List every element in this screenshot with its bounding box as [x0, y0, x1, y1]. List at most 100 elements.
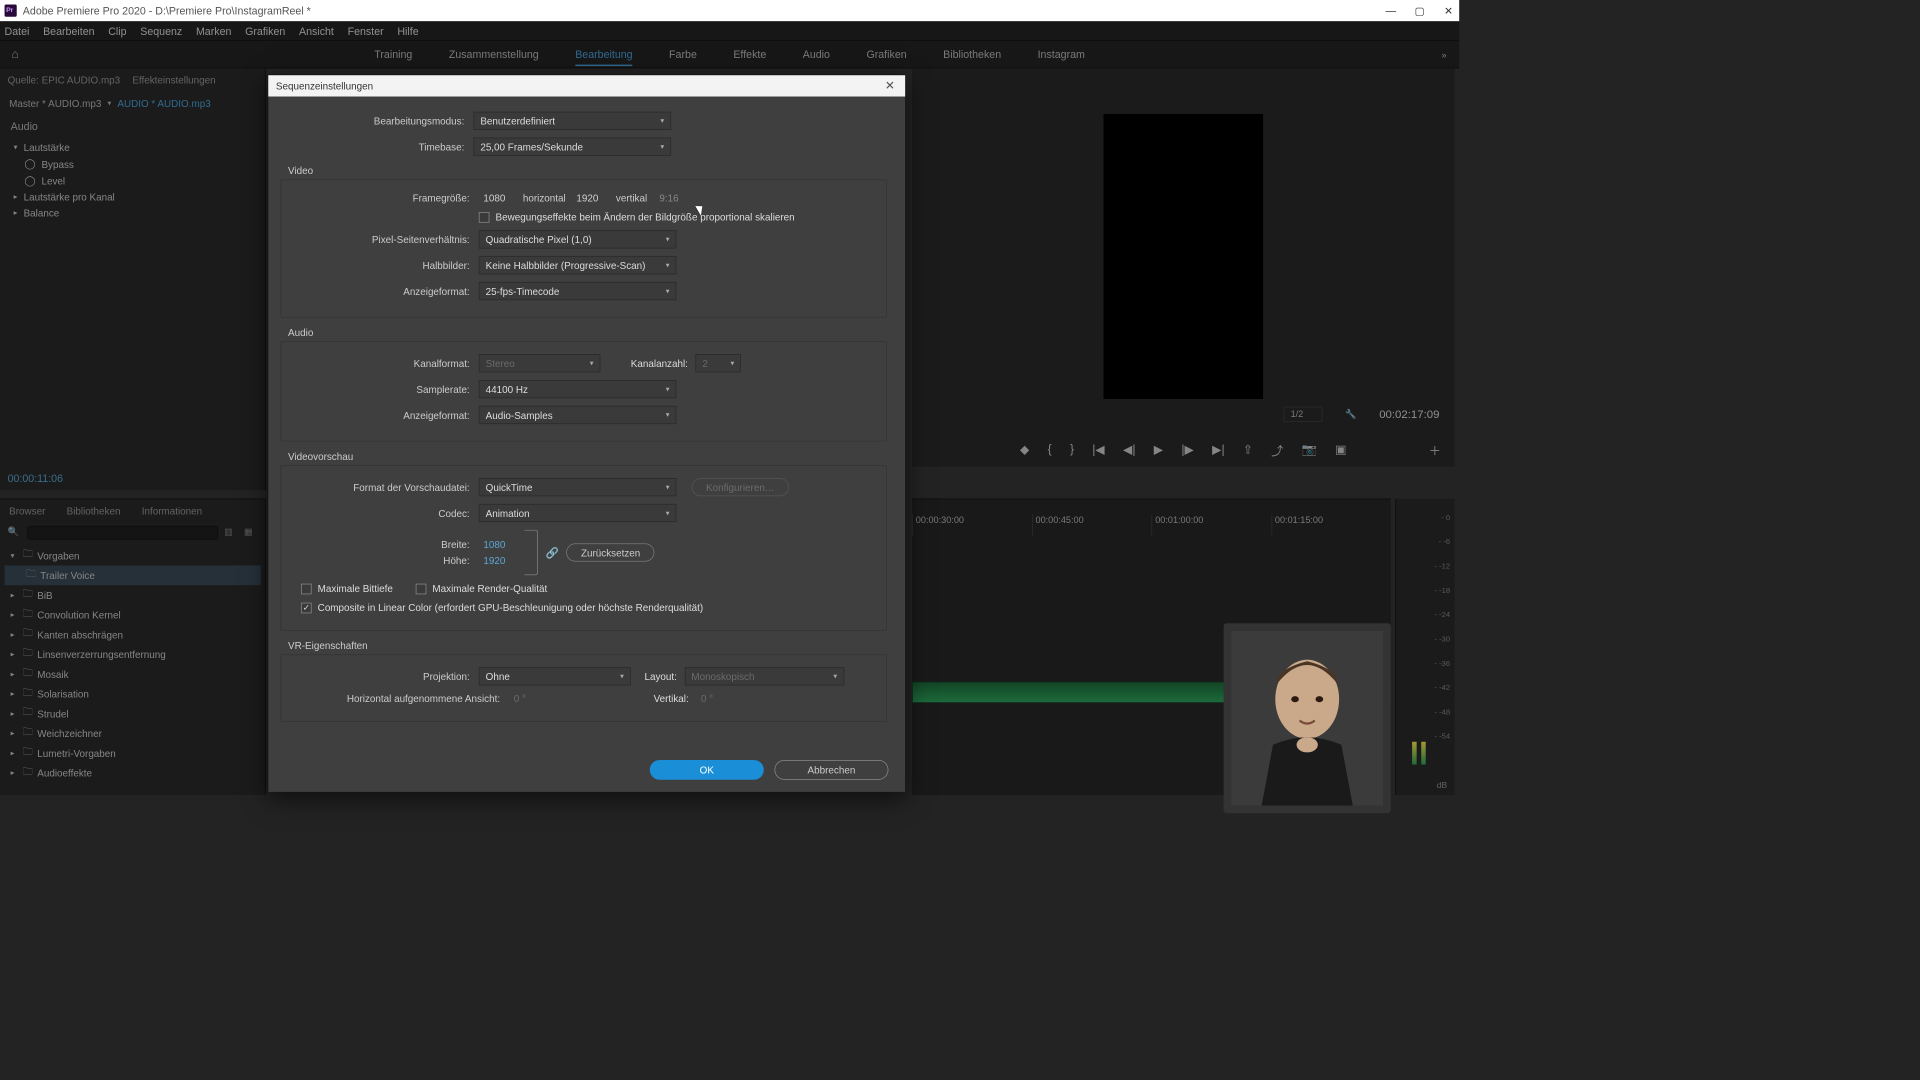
tree-blur[interactable]: ▸🗀Weichzeichner	[5, 724, 261, 744]
tab-libraries[interactable]: Bibliotheken	[67, 505, 121, 516]
go-in-icon[interactable]: |◀	[1092, 442, 1105, 457]
step-fwd-icon[interactable]: |▶	[1181, 442, 1194, 457]
vertical-label: vertikal	[616, 192, 647, 203]
audio-display-format-dropdown[interactable]: Audio-Samples▾	[479, 406, 677, 424]
tab-effect-settings[interactable]: Effekteinstellungen	[132, 74, 215, 85]
tree-bib[interactable]: ▸🗀BiB	[5, 585, 261, 605]
maximize-button[interactable]: ▢	[1414, 4, 1426, 17]
samplerate-dropdown[interactable]: 44100 Hz▾	[479, 380, 677, 398]
add-marker-icon[interactable]: ◆	[1020, 442, 1029, 457]
mark-out-icon[interactable]: }	[1070, 443, 1074, 457]
tree-convolution[interactable]: ▸🗀Convolution Kernel	[5, 605, 261, 625]
preview-width-input[interactable]: 1080	[479, 539, 517, 550]
close-icon[interactable]: ✕	[882, 78, 897, 93]
workspace-overflow-icon[interactable]: »	[1429, 49, 1459, 60]
tab-source[interactable]: Quelle: EPIC AUDIO.mp3	[8, 74, 121, 85]
mark-in-icon[interactable]: {	[1048, 443, 1052, 457]
frame-height-input[interactable]: 1920	[572, 192, 610, 203]
ws-tab-graphics[interactable]: Grafiken	[866, 43, 906, 66]
menu-grafiken[interactable]: Grafiken	[245, 25, 285, 37]
minimize-button[interactable]: —	[1385, 4, 1397, 17]
configure-button: Konfigurieren…	[692, 478, 790, 496]
tree-trailer-voice[interactable]: 🗀Trailer Voice	[5, 565, 261, 585]
menu-hilfe[interactable]: Hilfe	[397, 25, 418, 37]
menu-marken[interactable]: Marken	[196, 25, 231, 37]
new-bin-icon[interactable]: ▥	[224, 526, 238, 540]
projection-dropdown[interactable]: Ohne▾	[479, 667, 631, 685]
ok-button[interactable]: OK	[650, 760, 764, 780]
preview-format-dropdown[interactable]: QuickTime▾	[479, 478, 677, 496]
video-display-format-dropdown[interactable]: 25-fps-Timecode▾	[479, 282, 677, 300]
reset-button[interactable]: Zurücksetzen	[567, 543, 655, 561]
effect-balance[interactable]: ▸Balance	[6, 205, 259, 221]
menu-bar: Datei Bearbeiten Clip Sequenz Marken Gra…	[0, 21, 1459, 41]
ws-tab-assembly[interactable]: Zusammenstellung	[449, 43, 539, 66]
search-icon[interactable]: 🔍	[8, 526, 22, 540]
tree-mosaik[interactable]: ▸🗀Mosaik	[5, 664, 261, 684]
ws-tab-audio[interactable]: Audio	[803, 43, 830, 66]
step-back-icon[interactable]: ◀|	[1123, 442, 1136, 457]
menu-datei[interactable]: Datei	[5, 25, 30, 37]
tree-audioeffects[interactable]: ▸🗀Audioeffekte	[5, 763, 261, 783]
vert-view-input: 0 °	[696, 693, 734, 704]
ws-tab-libraries[interactable]: Bibliotheken	[943, 43, 1001, 66]
ws-tab-training[interactable]: Training	[374, 43, 412, 66]
menu-ansicht[interactable]: Ansicht	[299, 25, 334, 37]
export-frame-icon[interactable]: 📷	[1302, 442, 1317, 457]
audio-section-header: Audio	[0, 116, 265, 137]
max-render-checkbox[interactable]	[416, 583, 427, 594]
cancel-button[interactable]: Abbrechen	[774, 760, 888, 780]
button-editor-icon[interactable]: ＋	[1429, 441, 1441, 459]
chevron-down-icon[interactable]: ▾	[107, 100, 111, 108]
ws-tab-instagram[interactable]: Instagram	[1038, 43, 1085, 66]
vert-view-label: Vertikal:	[654, 693, 689, 704]
link-icon[interactable]: 🔗	[546, 546, 559, 559]
tree-lumetri[interactable]: ▸🗀Lumetri-Vorgaben	[5, 743, 261, 763]
menu-sequenz[interactable]: Sequenz	[140, 25, 182, 37]
tab-info[interactable]: Informationen	[142, 505, 202, 516]
wrench-icon[interactable]: 🔧	[1345, 409, 1356, 420]
menu-fenster[interactable]: Fenster	[348, 25, 384, 37]
fields-dropdown[interactable]: Keine Halbbilder (Progressive-Scan)▾	[479, 256, 677, 274]
composite-linear-checkbox[interactable]	[301, 602, 312, 613]
max-bitdepth-checkbox[interactable]	[301, 583, 312, 594]
lift-icon[interactable]: ⇪	[1243, 442, 1253, 457]
scale-motion-checkbox[interactable]	[479, 212, 490, 223]
master-clip-label: Master * AUDIO.mp3	[9, 98, 101, 109]
timebase-dropdown[interactable]: 25,00 Frames/Sekunde▾	[473, 138, 671, 156]
play-icon[interactable]: ▶	[1154, 442, 1163, 457]
time-tick: 00:01:15:00	[1271, 515, 1391, 536]
ws-tab-editing[interactable]: Bearbeitung	[575, 43, 632, 66]
effect-channel-volume[interactable]: ▸Lautstärke pro Kanal	[6, 189, 259, 205]
tree-presets[interactable]: ▾🗀Vorgaben	[5, 546, 261, 566]
effect-volume[interactable]: ▾Lautstärke	[6, 140, 259, 156]
codec-dropdown[interactable]: Animation▾	[479, 504, 677, 522]
go-out-icon[interactable]: ▶|	[1212, 442, 1225, 457]
frame-width-input[interactable]: 1080	[479, 192, 517, 203]
home-icon[interactable]: ⌂	[0, 48, 30, 62]
source-timecode: 00:00:11:06	[8, 472, 63, 484]
clip-link[interactable]: AUDIO * AUDIO.mp3	[117, 98, 210, 109]
menu-clip[interactable]: Clip	[108, 25, 126, 37]
effect-level[interactable]: ◯Level	[6, 173, 259, 190]
comparison-icon[interactable]: ▣	[1335, 442, 1346, 457]
tree-solar[interactable]: ▸🗀Solarisation	[5, 684, 261, 704]
tree-twirl[interactable]: ▸🗀Strudel	[5, 704, 261, 724]
ws-tab-effects[interactable]: Effekte	[733, 43, 766, 66]
projection-label: Projektion:	[281, 671, 479, 682]
new-preset-icon[interactable]: ▦	[244, 526, 258, 540]
zoom-level[interactable]: 1/2	[1284, 407, 1323, 422]
edit-mode-dropdown[interactable]: Benutzerdefiniert▾	[473, 112, 671, 130]
search-input[interactable]	[27, 526, 218, 540]
tree-lens[interactable]: ▸🗀Linsenverzerrungsentfernung	[5, 644, 261, 664]
effect-bypass[interactable]: ◯Bypass	[6, 156, 259, 173]
par-dropdown[interactable]: Quadratische Pixel (1,0)▾	[479, 230, 677, 248]
extract-icon[interactable]: ⤴	[1271, 441, 1283, 459]
time-ruler[interactable]: 00:00:30:00 00:00:45:00 00:01:00:00 00:0…	[912, 515, 1391, 536]
preview-height-input[interactable]: 1920	[479, 555, 517, 566]
ws-tab-color[interactable]: Farbe	[669, 43, 697, 66]
tab-browser[interactable]: Browser	[9, 505, 45, 516]
close-window-button[interactable]: ✕	[1442, 4, 1454, 17]
tree-bevel[interactable]: ▸🗀Kanten abschrägen	[5, 625, 261, 645]
menu-bearbeiten[interactable]: Bearbeiten	[43, 25, 94, 37]
